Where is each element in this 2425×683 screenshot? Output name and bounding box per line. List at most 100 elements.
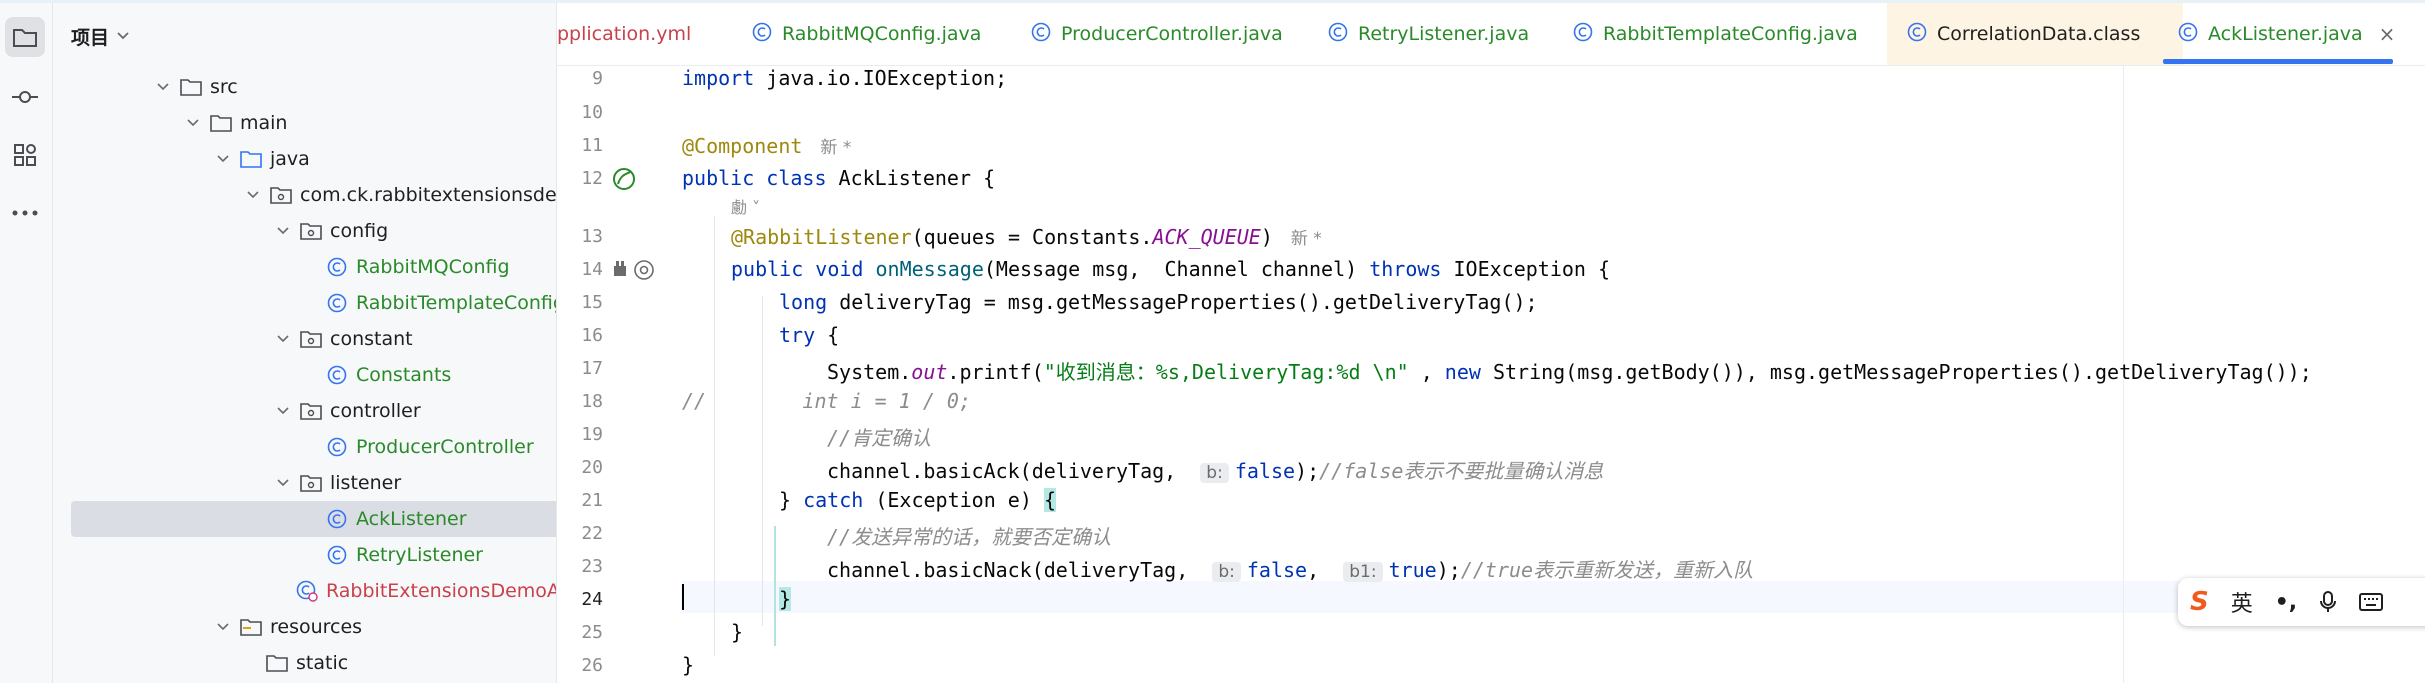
code-token: { — [815, 323, 840, 347]
code-token: java.io.IOException; — [754, 66, 1008, 90]
structure-tool-button[interactable] — [5, 135, 45, 175]
spring-bean-icon[interactable] — [611, 166, 637, 192]
tab-correlationdata[interactable]: CorrelationData.class — [1887, 3, 2183, 65]
tree-item-label: src — [210, 76, 238, 98]
package-icon — [300, 400, 322, 422]
tree-item-label: controller — [330, 400, 421, 422]
tab-label: RabbitTemplateConfig.java — [1603, 23, 1858, 45]
ime-language-toggle[interactable]: 英 — [2231, 586, 2253, 618]
ime-punctuation-toggle[interactable]: •, — [2275, 590, 2297, 615]
tree-item-producercontroller[interactable]: ProducerController — [53, 429, 534, 465]
tree-item-controller[interactable]: controller — [53, 393, 533, 429]
tree-item-main[interactable]: main — [53, 105, 533, 141]
sogou-logo-icon[interactable]: S — [2190, 587, 2209, 617]
commit-tool-button[interactable] — [5, 77, 45, 117]
more-tools-button[interactable] — [5, 193, 45, 233]
class-icon — [1907, 22, 1927, 47]
chevron-down-icon[interactable] — [156, 80, 170, 94]
tree-item-constant[interactable]: constant — [53, 321, 533, 357]
tab-label: RetryListener.java — [1358, 23, 1530, 45]
code-line-17: System.out.printf("收到消息：%s,DeliveryTag:%… — [827, 356, 2312, 385]
line-number: 26 — [581, 655, 603, 676]
code-token: .printf( — [947, 360, 1044, 384]
line-number: 9 — [592, 68, 603, 89]
tree-item-src[interactable]: src — [53, 69, 533, 105]
tab-application-yml[interactable]: pplication.yml — [557, 3, 691, 65]
chevron-down-icon[interactable] — [276, 332, 290, 346]
tab-rabbitmqconfig[interactable]: RabbitMQConfig.java — [752, 3, 981, 65]
tree-item-listener[interactable]: listener — [53, 465, 533, 501]
folder-icon — [266, 652, 288, 674]
line-number: 17 — [581, 358, 603, 379]
code-line-18: // int i = 1 / 0; — [682, 389, 971, 413]
tree-item-com-ck-rabbitextensionsdemo[interactable]: com.ck.rabbitextensionsdemo — [53, 177, 556, 213]
tree-item-retrylistener[interactable]: RetryListener — [53, 537, 533, 573]
mic-icon[interactable] — [2319, 590, 2337, 614]
code-line-13: @RabbitListener(queues = Constants.ACK_Q… — [731, 224, 1322, 249]
project-view-selector[interactable]: 项目 — [71, 21, 129, 51]
tree-item-label: Constants — [356, 364, 452, 386]
tree-item-label: config — [330, 220, 389, 242]
tab-rabbittemplateconfig[interactable]: RabbitTemplateConfig.java — [1573, 3, 1858, 65]
chevron-down-icon[interactable] — [186, 116, 200, 130]
close-icon[interactable]: × — [2379, 22, 2396, 46]
author-hint[interactable]: 新 * — [1291, 229, 1322, 249]
tree-item-label: main — [240, 112, 288, 134]
keyboard-icon[interactable] — [2359, 592, 2384, 612]
chevron-down-icon[interactable] — [246, 188, 260, 202]
usages-inlay-hint[interactable]: 勴 ˅ — [731, 194, 760, 218]
tree-item-acklistener[interactable]: AckListener — [71, 501, 556, 537]
tree-item-config[interactable]: config — [53, 213, 533, 249]
tree-item-resources[interactable]: resources — [53, 609, 533, 645]
at-sign-icon[interactable] — [633, 259, 655, 281]
author-hint[interactable]: 新 * — [820, 138, 851, 158]
tree-item-java[interactable]: java — [53, 141, 533, 177]
code-token: catch — [803, 488, 864, 512]
code-token: } — [779, 488, 804, 512]
tree-item-rabbitextensionsdemoapplicati[interactable]: RabbitExtensionsDemoApplicati — [53, 573, 556, 609]
tree-item-constants[interactable]: Constants — [53, 357, 533, 393]
active-indent-guide — [774, 526, 776, 646]
code-line-20: channel.basicAck(deliveryTag, b: false);/… — [827, 455, 1603, 484]
code-line-14: public void onMessage(Message msg, Chann… — [731, 257, 1610, 281]
class-icon — [752, 22, 772, 47]
folder-icon — [13, 29, 37, 47]
editor-gutter: 9 10 11 12 13 14 15 16 17 18 19 20 21 22… — [557, 66, 681, 683]
tree-item-rabbitmqconfig[interactable]: RabbitMQConfig — [53, 249, 533, 285]
matched-brace: { — [1043, 488, 1056, 512]
line-number: 22 — [581, 523, 603, 544]
chevron-down-icon[interactable] — [216, 152, 230, 166]
line-number: 11 — [581, 135, 603, 156]
chevron-down-icon[interactable] — [276, 224, 290, 238]
line-number: 21 — [581, 490, 603, 511]
tree-item-label: RabbitTemplateConfig — [356, 292, 557, 314]
tree-item-rabbittemplateconfig[interactable]: RabbitTemplateConfig — [53, 285, 556, 321]
line-number: 15 — [581, 292, 603, 313]
class-icon — [1573, 22, 1593, 47]
code-token: @Component — [682, 134, 803, 158]
tree-item-label: java — [270, 148, 310, 170]
code-line-12: public class AckListener { — [682, 166, 995, 190]
chevron-down-icon[interactable] — [276, 476, 290, 490]
rabbit-listener-icon[interactable] — [611, 259, 629, 279]
class-icon — [326, 436, 348, 458]
code-token: channel.basicNack(deliveryTag, — [827, 558, 1189, 582]
code-token: String(msg.getBody()), msg.getMessagePro… — [1480, 360, 2312, 384]
tab-acklistener[interactable]: AckListener.java × — [2178, 3, 2395, 65]
matched-brace: } — [779, 587, 792, 611]
tab-retrylistener[interactable]: RetryListener.java — [1328, 3, 1529, 65]
project-tool-button[interactable] — [5, 17, 45, 57]
class-icon — [1328, 22, 1348, 47]
tab-label: ProducerController.java — [1061, 23, 1283, 45]
tree-item-static[interactable]: static — [53, 645, 533, 681]
chevron-down-icon[interactable] — [216, 620, 230, 634]
line-number: 20 — [581, 457, 603, 478]
code-line-25: } — [731, 620, 743, 644]
code-token: true — [1388, 558, 1437, 582]
tab-producercontroller[interactable]: ProducerController.java — [1031, 3, 1283, 65]
chevron-down-icon[interactable] — [276, 404, 290, 418]
project-panel: 项目 srcmain java com.ck.rabbitextensionsdem… — [53, 3, 557, 683]
parameter-hint: b1: — [1343, 562, 1383, 582]
code-token: IOException { — [1441, 257, 1611, 281]
code-line-21: } catch (Exception e) { — [779, 488, 1056, 512]
